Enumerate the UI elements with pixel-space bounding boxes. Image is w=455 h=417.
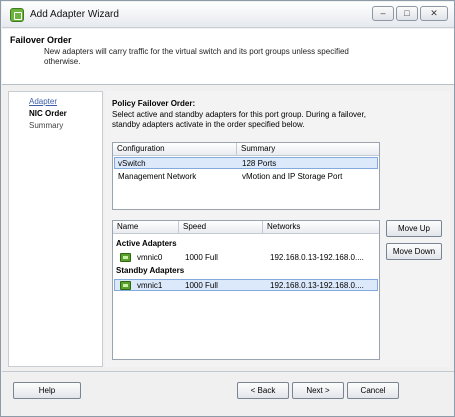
help-button[interactable]: Help (13, 382, 81, 399)
app-icon (10, 8, 24, 22)
adapter-speed: 1000 Full (185, 281, 218, 290)
move-up-button[interactable]: Move Up (386, 220, 442, 237)
active-adapters-label: Active Adapters (116, 239, 177, 248)
content-pane: Policy Failover Order: Select active and… (105, 91, 450, 367)
portgroup-table-header: Configuration Summary (113, 143, 379, 156)
nic-icon (120, 281, 131, 290)
adapter-table[interactable]: Name Speed Networks Active Adapters vmni… (112, 220, 380, 360)
next-button[interactable]: Next > (292, 382, 344, 399)
table-row[interactable]: Management Network vMotion and IP Storag… (114, 171, 378, 183)
policy-description: Select active and standby adapters for t… (112, 110, 366, 129)
policy-title: Policy Failover Order: (112, 99, 196, 108)
title-bar[interactable]: Add Adapter Wizard – □ ✕ (2, 2, 454, 28)
column-networks[interactable]: Networks (263, 221, 379, 234)
column-name[interactable]: Name (113, 221, 179, 234)
adapter-name: vmnic1 (137, 281, 163, 290)
row-configuration: Management Network (118, 172, 197, 181)
step-adapter-link[interactable]: Adapter (29, 97, 57, 106)
table-row[interactable]: vSwitch 128 Ports (114, 157, 378, 169)
adapter-networks: 192.168.0.13-192.168.0.... (270, 253, 364, 262)
cancel-button[interactable]: Cancel (347, 382, 399, 399)
column-configuration[interactable]: Configuration (113, 143, 237, 156)
adapter-networks: 192.168.0.13-192.168.0.... (270, 281, 364, 290)
window-title: Add Adapter Wizard (30, 9, 119, 20)
column-summary[interactable]: Summary (237, 143, 379, 156)
step-nic-order: NIC Order (29, 109, 67, 118)
move-down-button[interactable]: Move Down (386, 243, 442, 260)
minimize-button[interactable]: – (372, 6, 394, 21)
adapter-table-header: Name Speed Networks (113, 221, 379, 234)
standby-adapters-label: Standby Adapters (116, 266, 185, 275)
page-title: Failover Order (10, 35, 72, 45)
nic-icon (120, 253, 131, 262)
wizard-window: Add Adapter Wizard – □ ✕ Failover Order … (0, 0, 455, 417)
row-summary: 128 Ports (242, 159, 277, 168)
row-configuration: vSwitch (118, 159, 146, 168)
portgroup-table[interactable]: Configuration Summary vSwitch 128 Ports … (112, 142, 380, 210)
column-speed[interactable]: Speed (179, 221, 263, 234)
adapter-row[interactable]: vmnic1 1000 Full 192.168.0.13-192.168.0.… (114, 279, 378, 291)
back-button[interactable]: < Back (237, 382, 289, 399)
maximize-button[interactable]: □ (396, 6, 418, 21)
page-description: New adapters will carry traffic for the … (44, 47, 349, 66)
row-summary: vMotion and IP Storage Port (242, 172, 343, 181)
close-button[interactable]: ✕ (420, 6, 448, 21)
adapter-name: vmnic0 (137, 253, 163, 262)
wizard-footer: Help < Back Next > Cancel (2, 371, 454, 416)
adapter-row[interactable]: vmnic0 1000 Full 192.168.0.13-192.168.0.… (114, 252, 378, 264)
step-summary: Summary (29, 121, 64, 130)
wizard-header: Failover Order New adapters will carry t… (2, 29, 454, 85)
adapter-speed: 1000 Full (185, 253, 218, 262)
wizard-steps: Adapter NIC Order Summary (8, 91, 103, 367)
